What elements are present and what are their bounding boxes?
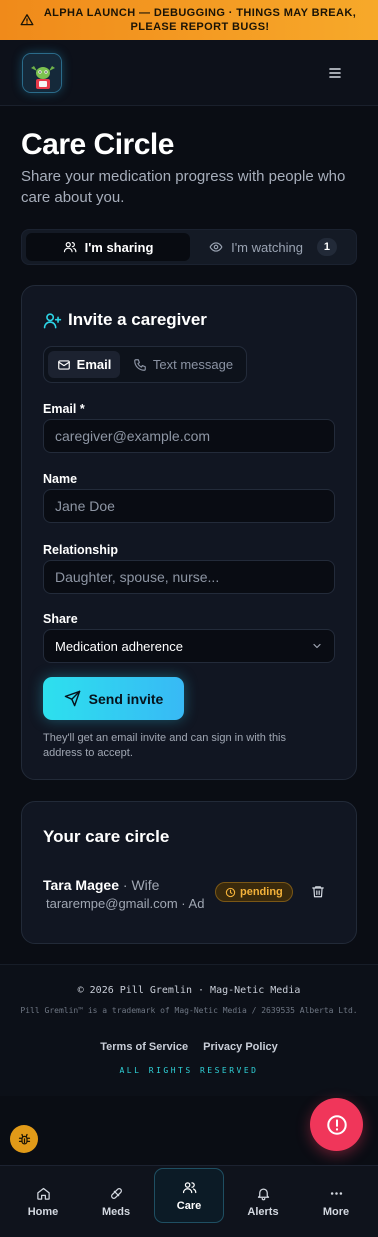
member-name-line: Tara Magee · Wife: [43, 877, 160, 893]
user-plus-icon: [43, 312, 62, 328]
invite-caregiver-card: Invite a caregiver Email Text message Em…: [21, 285, 357, 780]
bottom-nav: Home Meds Care Alerts More: [0, 1165, 378, 1237]
nav-label: Meds: [101, 1206, 131, 1218]
mail-icon: [57, 359, 70, 370]
send-icon: [64, 690, 80, 707]
phone-icon: [134, 358, 146, 371]
terms-link[interactable]: Terms of Service: [100, 1041, 188, 1053]
chevron-down-icon: [313, 643, 321, 649]
home-icon: [36, 1187, 50, 1200]
invite-title: Invite a caregiver: [68, 310, 207, 329]
pill-icon: [110, 1188, 122, 1199]
email-field[interactable]: caregiver@example.com: [43, 419, 335, 453]
tab-label: I'm watching: [231, 239, 303, 255]
bell-icon: [257, 1188, 269, 1201]
top-bar: [0, 40, 378, 106]
warning-icon: [20, 14, 34, 26]
invite-heading: Invite a caregiver: [43, 310, 207, 330]
users-icon: [63, 242, 76, 253]
tab-im-watching[interactable]: I'm watching 1: [192, 233, 354, 261]
share-select-value: Medication adherence: [55, 638, 183, 654]
care-circle-card: Your care circle Tara Magee · Wife tarar…: [21, 801, 357, 944]
send-invite-button[interactable]: Send invite: [43, 677, 184, 720]
more-dots-icon: [330, 1192, 342, 1195]
invite-hint: They'll get an email invite and can sign…: [43, 732, 287, 759]
users-icon: [182, 1181, 196, 1193]
member-relationship: Wife: [131, 877, 160, 893]
sharing-tabs: I'm sharing I'm watching 1: [21, 229, 357, 265]
nav-care[interactable]: Care: [154, 1168, 224, 1223]
send-invite-label: Send invite: [88, 690, 164, 707]
bug-report-button[interactable]: [10, 1125, 38, 1153]
nav-label: Home: [27, 1206, 59, 1218]
status-badge-label: pending: [240, 886, 283, 898]
nav-meds[interactable]: Meds: [81, 1166, 151, 1237]
status-badge: pending: [215, 882, 293, 902]
tab-email-label: Email: [76, 357, 112, 372]
footer: © 2026 Pill Gremlin · Mag-Netic Media Pi…: [0, 964, 378, 1096]
page-subtitle: Share your medication progress with peop…: [21, 168, 346, 206]
trash-icon[interactable]: [311, 884, 325, 899]
alert-fab-button[interactable]: [310, 1098, 363, 1151]
banner-text: ALPHA LAUNCH — DEBUGGING · THINGS MAY BR…: [43, 7, 357, 33]
nav-more[interactable]: More: [301, 1166, 371, 1237]
tab-text-label: Text message: [152, 357, 234, 372]
footer-rights: ALL RIGHTS RESERVED: [119, 1066, 259, 1075]
email-label: Email *: [43, 402, 85, 416]
name-label: Name: [43, 472, 78, 486]
share-select[interactable]: Medication adherence: [43, 629, 335, 663]
nav-label: Alerts: [247, 1206, 279, 1218]
clock-icon: [225, 887, 236, 897]
nav-label: More: [322, 1206, 350, 1218]
footer-trademark: Pill Gremlin™ is a trademark of Mag-Neti…: [20, 1006, 358, 1015]
eye-icon: [209, 242, 223, 252]
page-title: Care Circle: [21, 128, 174, 161]
member-name: Tara Magee: [43, 877, 119, 893]
logo-icon: [23, 54, 61, 92]
tab-email[interactable]: Email: [48, 351, 120, 378]
footer-links: Terms of Service Privacy Policy: [0, 1041, 378, 1053]
tab-label: I'm sharing: [84, 239, 154, 255]
tab-text-message[interactable]: Text message: [124, 351, 242, 378]
gremlin-logo[interactable]: [22, 53, 62, 93]
nav-alerts[interactable]: Alerts: [228, 1166, 298, 1237]
watching-count-badge: 1: [316, 238, 337, 256]
alpha-banner: ALPHA LAUNCH — DEBUGGING · THINGS MAY BR…: [0, 0, 378, 40]
tab-im-sharing[interactable]: I'm sharing: [26, 233, 190, 261]
footer-copyright: © 2026 Pill Gremlin · Mag-Netic Media: [77, 985, 301, 996]
share-label: Share: [43, 612, 78, 626]
relationship-label: Relationship: [43, 543, 119, 557]
privacy-link[interactable]: Privacy Policy: [203, 1041, 278, 1053]
nav-home[interactable]: Home: [8, 1166, 78, 1237]
relationship-field[interactable]: Daughter, spouse, nurse...: [43, 560, 335, 594]
alert-circle-icon: [326, 1114, 347, 1135]
care-circle-title: Your care circle: [43, 827, 170, 846]
member-contact: tararempe@gmail.com · Ad: [46, 896, 205, 911]
bug-icon: [18, 1133, 30, 1144]
hamburger-menu-icon[interactable]: [326, 64, 344, 82]
contact-method-tabs: Email Text message: [43, 346, 247, 383]
nav-label: Care: [176, 1199, 202, 1212]
name-field[interactable]: Jane Doe: [43, 489, 335, 523]
